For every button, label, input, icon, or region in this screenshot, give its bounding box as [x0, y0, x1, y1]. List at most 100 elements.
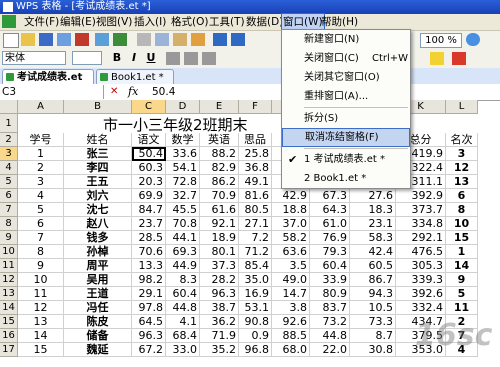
table-cell[interactable]: 49.0	[272, 273, 310, 287]
table-cell[interactable]: 68.4	[166, 329, 200, 343]
bold-button[interactable]: B	[110, 51, 124, 65]
menu-view[interactable]: 视图(V)	[96, 14, 132, 30]
table-cell[interactable]: 2	[18, 161, 64, 175]
table-cell[interactable]: 1	[446, 245, 478, 259]
table-cell[interactable]: 14	[18, 329, 64, 343]
table-cell[interactable]: 305.3	[396, 259, 446, 273]
table-cell[interactable]: 33.0	[166, 343, 200, 357]
row-header[interactable]: 6	[0, 189, 18, 203]
pdf-icon[interactable]	[75, 33, 89, 46]
table-cell[interactable]: 84.7	[132, 203, 166, 217]
paste-icon[interactable]	[173, 33, 187, 46]
table-cell[interactable]: 61.6	[200, 203, 239, 217]
table-cell[interactable]: 8.3	[166, 273, 200, 287]
table-cell[interactable]: 64.5	[132, 315, 166, 329]
table-cell[interactable]: 35.2	[200, 343, 239, 357]
table-cell[interactable]: 28.5	[132, 231, 166, 245]
table-cell[interactable]: 刘六	[64, 189, 132, 203]
table-cell[interactable]: 吴用	[64, 273, 132, 287]
table-cell[interactable]: 3.5	[272, 259, 310, 273]
table-cell[interactable]: 16.9	[239, 287, 272, 301]
table-cell[interactable]: 79.3	[310, 245, 350, 259]
menu-format[interactable]: 格式(O)	[171, 14, 208, 30]
table-cell[interactable]: 73.3	[350, 315, 396, 329]
row-header[interactable]: 5	[0, 175, 18, 189]
table-cell[interactable]: 18.9	[200, 231, 239, 245]
table-cell[interactable]: 392.6	[396, 287, 446, 301]
table-cell[interactable]: 12	[18, 301, 64, 315]
table-cell[interactable]: 60.5	[350, 259, 396, 273]
table-cell[interactable]: 60.4	[310, 259, 350, 273]
table-cell[interactable]: 94.3	[350, 287, 396, 301]
table-cell[interactable]: 23.7	[132, 217, 166, 231]
row-header[interactable]: 1	[0, 114, 18, 133]
print-icon[interactable]	[57, 33, 71, 46]
row-header[interactable]: 8	[0, 217, 18, 231]
column-header[interactable]: D	[166, 100, 200, 114]
table-cell[interactable]: 10.5	[350, 301, 396, 315]
table-cell[interactable]: 68.0	[272, 343, 310, 357]
header-cell[interactable]: 思品	[239, 133, 272, 147]
align-right-icon[interactable]	[202, 52, 216, 65]
table-cell[interactable]: 70.9	[200, 189, 239, 203]
table-cell[interactable]: 80.1	[200, 245, 239, 259]
table-cell[interactable]: 张三	[64, 147, 132, 161]
header-cell[interactable]: 名次	[446, 133, 478, 147]
table-cell[interactable]: 王道	[64, 287, 132, 301]
table-cell[interactable]: 32.7	[166, 189, 200, 203]
table-cell[interactable]: 9	[18, 259, 64, 273]
italic-button[interactable]: I	[127, 51, 141, 65]
table-cell[interactable]: 4	[18, 189, 64, 203]
table-cell[interactable]: 98.2	[132, 273, 166, 287]
table-cell[interactable]: 97.8	[132, 301, 166, 315]
row-header[interactable]: 15	[0, 315, 18, 329]
table-cell[interactable]: 76.9	[310, 231, 350, 245]
name-box[interactable]: C3	[0, 85, 104, 99]
row-header[interactable]: 7	[0, 203, 18, 217]
table-cell[interactable]: 11	[446, 301, 478, 315]
table-cell[interactable]: 0.9	[239, 329, 272, 343]
table-cell[interactable]: 储备	[64, 329, 132, 343]
table-cell[interactable]: 44.9	[166, 259, 200, 273]
row-header[interactable]: 9	[0, 231, 18, 245]
table-cell[interactable]: 18.8	[272, 203, 310, 217]
app-menu-icon[interactable]	[2, 15, 16, 28]
table-cell[interactable]: 9	[446, 273, 478, 287]
table-cell[interactable]: 53.1	[239, 301, 272, 315]
sheet-title-cell[interactable]: 市一小三年级2班期末	[103, 114, 248, 135]
table-cell[interactable]: 33.9	[310, 273, 350, 287]
open-folder-icon[interactable]	[21, 33, 35, 46]
function-icon[interactable]: fx	[128, 84, 138, 100]
row-header[interactable]: 14	[0, 301, 18, 315]
menu-item-unfreeze-panes[interactable]: 取消冻结窗格(F)	[282, 128, 410, 147]
table-cell[interactable]: 35.0	[239, 273, 272, 287]
row-header[interactable]: 10	[0, 245, 18, 259]
help-icon[interactable]	[466, 33, 480, 46]
table-cell[interactable]: 64.3	[310, 203, 350, 217]
table-cell[interactable]: 58.2	[272, 231, 310, 245]
table-cell[interactable]: 8.7	[350, 329, 396, 343]
table-cell[interactable]: 83.7	[310, 301, 350, 315]
table-cell[interactable]: 58.3	[350, 231, 396, 245]
table-cell[interactable]: 28.2	[200, 273, 239, 287]
table-cell[interactable]: 27.6	[350, 189, 396, 203]
row-header[interactable]: 4	[0, 161, 18, 175]
table-cell[interactable]: 70.6	[132, 245, 166, 259]
menu-item-window-2[interactable]: 2 Book1.et *	[282, 169, 410, 188]
underline-button[interactable]: U	[144, 51, 158, 65]
table-cell[interactable]: 魏延	[64, 343, 132, 357]
table-cell[interactable]: 69.9	[132, 189, 166, 203]
table-cell[interactable]: 29.1	[132, 287, 166, 301]
table-cell[interactable]: 沈七	[64, 203, 132, 217]
menu-item-window-1[interactable]: ✔ 1 考试成绩表.et *	[282, 150, 410, 169]
column-header[interactable]: F	[239, 100, 272, 114]
header-cell[interactable]: 姓名	[64, 133, 132, 147]
header-cell[interactable]: 数学	[166, 133, 200, 147]
zoom-select[interactable]: 100 %	[420, 33, 462, 48]
table-cell[interactable]: 67.2	[132, 343, 166, 357]
table-cell[interactable]: 10	[18, 273, 64, 287]
menu-insert[interactable]: 插入(I)	[134, 14, 166, 30]
table-cell[interactable]: 周平	[64, 259, 132, 273]
table-cell[interactable]: 37.0	[272, 217, 310, 231]
table-cell[interactable]: 8	[446, 203, 478, 217]
